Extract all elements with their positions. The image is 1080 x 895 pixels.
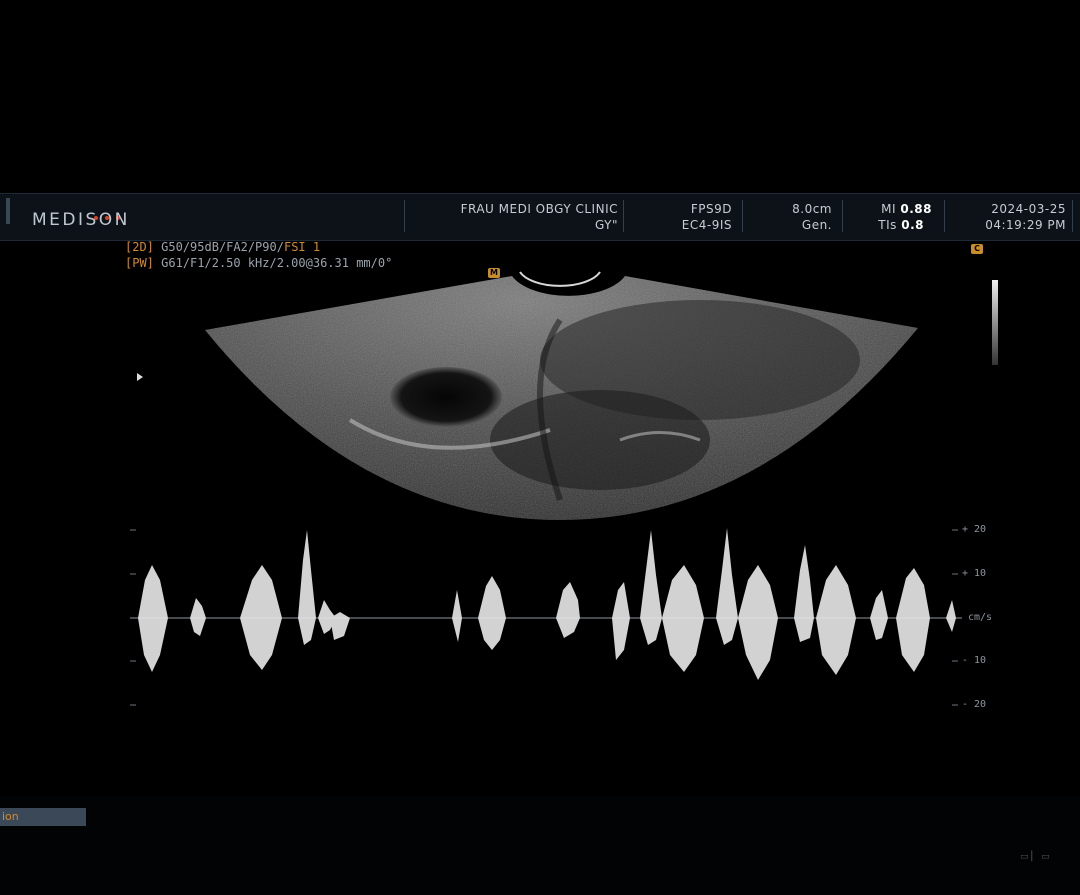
scale-label-plus-10: + 10 <box>962 568 987 579</box>
bmode-sector <box>205 256 918 520</box>
corner-status-icons: ▭ ▏ ▭ <box>1020 852 1050 862</box>
scale-label-minus-10: - 10 <box>962 655 987 666</box>
probe-footprint <box>520 256 600 288</box>
doppler-spectrum <box>130 528 962 706</box>
bottom-tab-label: ion <box>2 810 19 823</box>
gestational-sac <box>390 367 502 427</box>
ultrasound-image-layer <box>130 256 962 706</box>
scale-label-minus-20: - 20 <box>962 699 987 710</box>
scale-unit-label: cm/s <box>968 612 993 623</box>
bottom-menu-tab[interactable]: ion <box>0 808 86 826</box>
doppler-waveforms <box>138 528 956 680</box>
scale-label-plus-20: + 20 <box>962 524 987 535</box>
bottom-control-strip <box>0 796 1080 895</box>
